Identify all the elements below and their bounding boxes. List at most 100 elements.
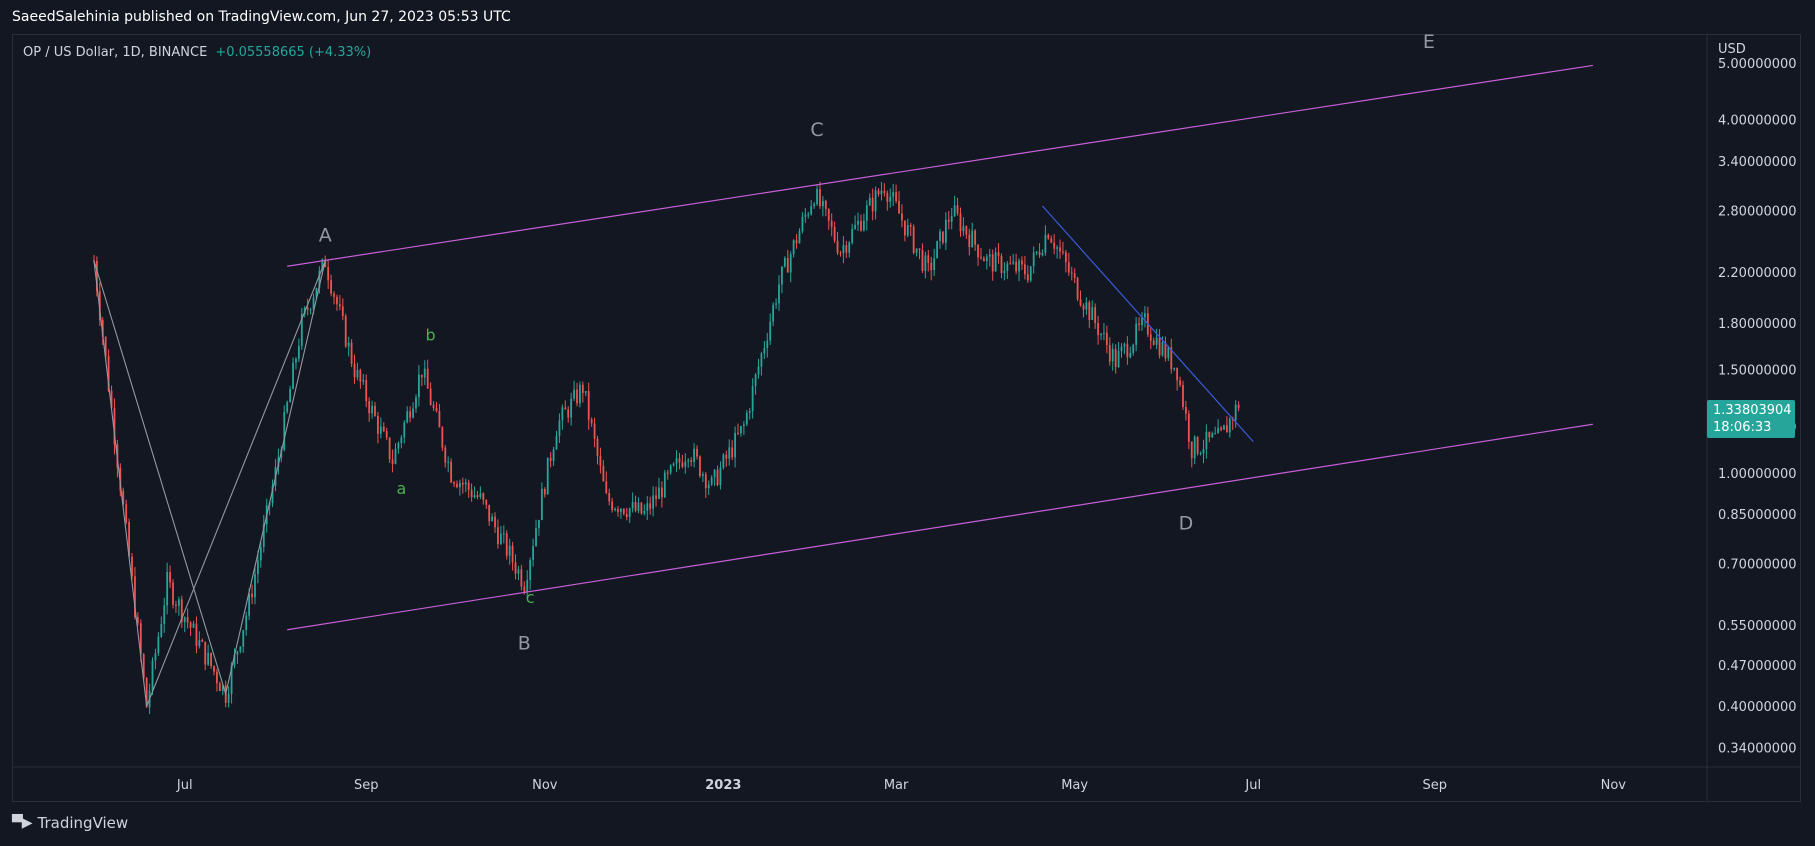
candle-body bbox=[1047, 234, 1050, 239]
candle-body bbox=[327, 267, 330, 281]
candle-body bbox=[1185, 406, 1187, 414]
candle-body bbox=[684, 461, 687, 467]
candle-body bbox=[1073, 273, 1076, 278]
wave-label-C: C bbox=[810, 119, 823, 141]
candle-body bbox=[514, 562, 517, 574]
candle-body bbox=[423, 368, 426, 378]
candle-body bbox=[628, 508, 631, 517]
candle-body bbox=[666, 472, 669, 474]
candle-body bbox=[625, 513, 628, 517]
tradingview-logo-icon: ▀▶ bbox=[12, 815, 33, 831]
candle-body bbox=[353, 363, 356, 378]
candle-body bbox=[502, 533, 505, 535]
candle-body bbox=[646, 503, 649, 512]
candle-body bbox=[227, 693, 230, 703]
price-tick-label: 2.80000000 bbox=[1718, 205, 1797, 220]
candle-body bbox=[839, 252, 842, 254]
candle-body bbox=[1079, 299, 1082, 306]
candle-body bbox=[259, 547, 262, 561]
candle-body bbox=[886, 193, 889, 202]
candle-body bbox=[371, 405, 373, 414]
symbol-label[interactable]: OP / US Dollar, 1D, BINANCE bbox=[23, 45, 207, 60]
candle-body bbox=[529, 559, 532, 580]
candle-body bbox=[927, 255, 930, 263]
candle-body bbox=[742, 424, 745, 426]
candle-body bbox=[968, 234, 971, 248]
candle-body bbox=[1167, 347, 1170, 359]
candle-body bbox=[1044, 234, 1047, 253]
chart-canvas[interactable]: 5.00000000 4.00000000 3.40000000 2.80000000… bbox=[0, 0, 1815, 846]
candle-body bbox=[242, 630, 245, 647]
candle-body bbox=[1026, 274, 1029, 281]
candle-body bbox=[125, 504, 128, 523]
candle-body bbox=[985, 256, 988, 262]
currency-label[interactable]: USD bbox=[1718, 42, 1746, 57]
channel-lower-line bbox=[287, 423, 1593, 631]
candle-body bbox=[593, 423, 596, 439]
candle-body bbox=[980, 257, 982, 259]
candle-body bbox=[1187, 413, 1190, 442]
candle-body bbox=[415, 397, 417, 409]
candle-body bbox=[581, 384, 584, 393]
candle-body bbox=[983, 258, 985, 262]
candle-body bbox=[365, 380, 368, 402]
candle-body bbox=[1035, 251, 1038, 253]
candle-body bbox=[944, 219, 947, 243]
footer-brand[interactable]: ▀▶ TradingView bbox=[12, 814, 128, 832]
candle-body bbox=[213, 666, 215, 672]
symbol-legend: OP / US Dollar, 1D, BINANCE +0.05558665 … bbox=[23, 45, 371, 60]
candle-body bbox=[857, 220, 859, 225]
candle-body bbox=[218, 683, 221, 692]
candle-body bbox=[576, 389, 578, 404]
candle-body bbox=[447, 461, 450, 463]
candle-body bbox=[748, 410, 751, 413]
candle-body bbox=[672, 463, 675, 466]
candle-body bbox=[637, 502, 640, 511]
candle-body bbox=[309, 309, 312, 311]
candle-body bbox=[540, 489, 543, 521]
candle-body bbox=[1199, 453, 1202, 455]
candle-body bbox=[921, 250, 924, 271]
candle-body bbox=[681, 462, 684, 467]
candle-body bbox=[754, 374, 757, 386]
candle-body bbox=[409, 411, 412, 418]
candle-body bbox=[406, 411, 409, 423]
candle-body bbox=[543, 489, 546, 495]
candle-body bbox=[851, 228, 854, 243]
candle-body bbox=[341, 306, 344, 316]
candle-body bbox=[1006, 263, 1009, 271]
candle-body bbox=[660, 487, 663, 498]
time-tick-label: Mar bbox=[884, 778, 909, 793]
candle-body bbox=[675, 458, 678, 464]
candle-body bbox=[1173, 367, 1176, 370]
candle-body bbox=[775, 303, 777, 305]
candle-body bbox=[795, 240, 798, 244]
candle-body bbox=[555, 435, 558, 450]
candle-body bbox=[257, 560, 259, 574]
candle-body bbox=[377, 415, 379, 434]
candle-body bbox=[1214, 433, 1217, 435]
candle-body bbox=[344, 315, 347, 347]
candle-body bbox=[860, 220, 862, 231]
candle-body bbox=[248, 593, 251, 616]
candle-body bbox=[552, 449, 555, 462]
candle-body bbox=[842, 245, 845, 254]
candle-body bbox=[435, 407, 438, 412]
candle-body bbox=[1064, 252, 1067, 263]
candle-body bbox=[1015, 261, 1018, 272]
candle-body bbox=[497, 527, 499, 545]
candle-body bbox=[977, 244, 979, 258]
last-price-badge: 1.33803904 18:06:33 bbox=[1707, 400, 1795, 438]
candle-body bbox=[1018, 260, 1020, 272]
candle-body bbox=[649, 503, 652, 509]
candle-body bbox=[456, 483, 458, 488]
candle-body bbox=[813, 204, 816, 207]
candle-body bbox=[453, 482, 455, 484]
candle-body bbox=[420, 374, 423, 378]
candle-body bbox=[338, 304, 341, 307]
candle-body bbox=[971, 230, 974, 248]
candle-body bbox=[599, 456, 602, 466]
candle-body bbox=[379, 426, 382, 434]
candle-body bbox=[482, 493, 485, 500]
candle-body bbox=[942, 231, 944, 243]
